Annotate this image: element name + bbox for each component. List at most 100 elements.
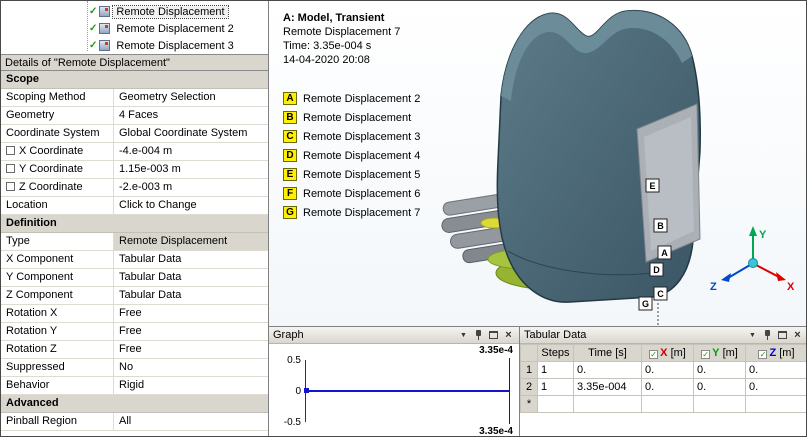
legend-item: A Remote Displacement 2 <box>283 89 420 108</box>
details-property-row: Pinball Region All <box>1 413 268 431</box>
details-property-row: Suppressed No <box>1 359 268 377</box>
data-cell[interactable] <box>573 395 642 413</box>
property-value[interactable]: -2.e-003 m <box>114 179 268 196</box>
dropdown-caret-icon[interactable]: ▼ <box>746 329 759 342</box>
result-name: Remote Displacement 7 <box>283 26 401 38</box>
details-property-row: X Component Tabular Data <box>1 251 268 269</box>
details-property-row: Z Coordinate -2.e-003 m <box>1 179 268 197</box>
tabular-panel-title: Tabular Data <box>524 329 587 341</box>
details-caption: Details of "Remote Displacement" <box>1 54 268 71</box>
y-axis-tick-label: -0.5 <box>283 417 301 428</box>
details-property-row: Type Remote Displacement <box>1 233 268 251</box>
tabular-titlebar[interactable]: Tabular Data ▼ × <box>520 327 806 344</box>
column-check-icon[interactable]: ✓ <box>649 350 659 359</box>
property-value[interactable]: Tabular Data <box>114 287 268 304</box>
legend-label: Remote Displacement <box>303 111 412 124</box>
legend-label: Remote Displacement 5 <box>303 168 421 181</box>
data-cell[interactable]: 0. <box>745 361 806 379</box>
tabular-data-table: Steps Time [s] ✓ X [m] ✓ Y [m] ✓ Z [m] 1 1 0. 0. 0.… <box>520 344 806 413</box>
graph-titlebar[interactable]: Graph ▼ × <box>269 327 519 344</box>
property-value[interactable]: 4 Faces <box>114 107 268 124</box>
details-property-row: Z Component Tabular Data <box>1 287 268 305</box>
data-cell[interactable]: 3.35e-004 <box>573 378 642 396</box>
legend-label: Remote Displacement 2 <box>303 92 421 105</box>
pin-icon[interactable] <box>472 329 485 342</box>
legend-label: Remote Displacement 3 <box>303 130 421 143</box>
pin-icon[interactable] <box>761 329 774 342</box>
time-marker-line[interactable] <box>509 358 510 424</box>
legend-key-box: B <box>283 111 297 124</box>
data-cell[interactable]: 0. <box>573 361 642 379</box>
legend-item: D Remote Displacement 4 <box>283 146 420 165</box>
property-value[interactable]: Rigid <box>114 377 268 394</box>
details-property-row: Rotation Z Free <box>1 341 268 359</box>
details-property-row: Coordinate System Global Coordinate Syste… <box>1 125 268 143</box>
property-value[interactable]: 1.15e-003 m <box>114 161 268 178</box>
details-group-header[interactable]: Scope <box>1 71 268 89</box>
property-value[interactable]: All <box>114 413 268 430</box>
property-value[interactable]: Global Coordinate System <box>114 125 268 142</box>
legend-key-box: D <box>283 149 297 162</box>
data-cell[interactable]: 0. <box>641 361 694 379</box>
remote-displacement-icon <box>99 6 111 17</box>
property-value[interactable]: No <box>114 359 268 376</box>
data-cell[interactable]: 0. <box>641 378 694 396</box>
graphics-viewport[interactable]: A: Model, Transient Remote Displacement … <box>269 1 806 326</box>
remote-displacement-icon <box>99 23 111 34</box>
data-cell[interactable] <box>537 395 574 413</box>
details-property-row: Behavior Rigid <box>1 377 268 395</box>
property-label: Suppressed <box>1 359 114 376</box>
graph-panel-title: Graph <box>273 329 304 341</box>
tabular-data-panel: Tabular Data ▼ × Steps Time [s] ✓ X [m] ✓ Y [… <box>520 326 806 436</box>
triad-z-label: Z <box>710 281 717 293</box>
property-value[interactable]: Geometry Selection <box>114 89 268 106</box>
dropdown-caret-icon[interactable]: ▼ <box>457 329 470 342</box>
details-property-row: Location Click to Change <box>1 197 268 215</box>
column-check-icon[interactable]: ✓ <box>701 350 711 359</box>
property-label: Coordinate System <box>1 125 114 142</box>
legend-label: Remote Displacement 7 <box>303 206 421 219</box>
property-label: Z Coordinate <box>1 179 114 196</box>
close-icon[interactable]: × <box>791 329 804 342</box>
legend-item: C Remote Displacement 3 <box>283 127 420 146</box>
property-value[interactable]: Click to Change <box>114 197 268 214</box>
property-value[interactable]: -4.e-004 m <box>114 143 268 160</box>
x-column-header: ✓ X [m] <box>641 344 694 362</box>
tree-item[interactable]: ✓ Remote Displacement 3 <box>1 37 268 54</box>
coordinate-checkbox[interactable] <box>6 146 15 155</box>
legend-item: G Remote Displacement 7 <box>283 203 420 222</box>
property-value[interactable]: Tabular Data <box>114 269 268 286</box>
tree-item[interactable]: ✓ Remote Displacement 2 <box>1 20 268 37</box>
property-value[interactable]: Free <box>114 341 268 358</box>
time-column-header: Time [s] <box>573 344 642 362</box>
graph-panel: Graph ▼ × 3.35e-4 0.5 0 -0.5 3.35e-4 <box>269 326 520 436</box>
data-cell[interactable]: 1 <box>537 378 574 396</box>
row-number-column-header <box>520 344 538 362</box>
property-value[interactable]: Free <box>114 323 268 340</box>
data-cell[interactable]: 0. <box>693 378 746 396</box>
data-cell[interactable]: 0. <box>745 378 806 396</box>
close-icon[interactable]: × <box>502 329 515 342</box>
maximize-icon[interactable] <box>776 329 789 342</box>
property-value[interactable]: Tabular Data <box>114 251 268 268</box>
maximize-icon[interactable] <box>487 329 500 342</box>
coordinate-checkbox[interactable] <box>6 182 15 191</box>
data-cell[interactable]: 0. <box>693 361 746 379</box>
property-label: Y Component <box>1 269 114 286</box>
outline-tree: ✓ Remote Displacement ✓ Remote Displacement… <box>1 1 268 54</box>
property-label: Behavior <box>1 377 114 394</box>
property-value[interactable]: Remote Displacement <box>114 233 268 250</box>
data-cell[interactable] <box>641 395 694 413</box>
property-value[interactable]: Free <box>114 305 268 322</box>
data-cell[interactable]: 1 <box>537 361 574 379</box>
coordinate-checkbox[interactable] <box>6 164 15 173</box>
data-cell[interactable] <box>693 395 746 413</box>
details-group-header[interactable]: Advanced <box>1 395 268 413</box>
tree-item[interactable]: ✓ Remote Displacement <box>1 3 268 20</box>
details-group-header[interactable]: Definition <box>1 215 268 233</box>
group-label: Definition <box>6 217 57 229</box>
triad[interactable]: Y X Z <box>708 220 800 302</box>
data-cell[interactable] <box>745 395 806 413</box>
analysis-title: A: Model, Transient <box>283 12 385 24</box>
column-check-icon[interactable]: ✓ <box>758 350 768 359</box>
